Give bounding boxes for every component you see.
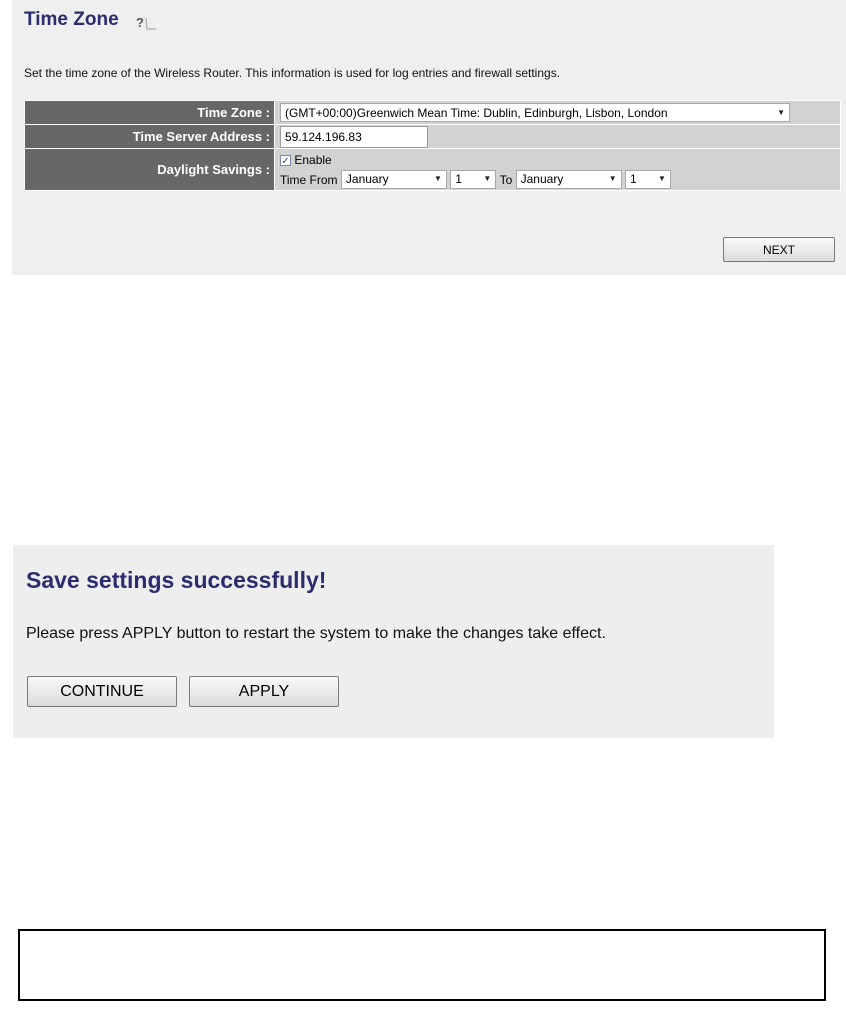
empty-note-box (18, 929, 826, 1001)
to-day-select[interactable]: 1 ▼ (624, 169, 671, 189)
to-day-value: 1 (629, 172, 637, 187)
dropdown-caret-icon: ▼ (658, 174, 666, 184)
checkbox-check-icon: ✓ (281, 155, 290, 167)
enable-checkbox[interactable]: ✓ (280, 154, 291, 167)
save-settings-panel: Save settings successfully! Please press… (13, 545, 774, 738)
next-button[interactable]: NEXT (723, 237, 835, 262)
time-zone-select[interactable]: (GMT+00:00)Greenwich Mean Time: Dublin, … (280, 103, 790, 122)
dropdown-caret-icon: ▼ (777, 108, 785, 117)
time-zone-label: Time Zone : (24, 100, 275, 125)
enable-label: Enable (294, 152, 332, 167)
save-message: Please press APPLY button to restart the… (26, 625, 606, 642)
from-day-select[interactable]: 1 ▼ (450, 169, 497, 189)
time-zone-panel: Time Zone ? Set the time zone of the Wir… (12, 0, 846, 275)
daylight-savings-row: Daylight Savings : ✓ Enable Time From Ja… (24, 148, 841, 191)
settings-table: Time Zone : (GMT+00:00)Greenwich Mean Ti… (24, 100, 841, 191)
help-icon[interactable]: ? (134, 14, 158, 30)
time-zone-row: Time Zone : (GMT+00:00)Greenwich Mean Ti… (24, 100, 841, 125)
apply-button[interactable]: APPLY (189, 676, 339, 707)
to-month-value: January (520, 172, 564, 187)
time-zone-select-value: (GMT+00:00)Greenwich Mean Time: Dublin, … (285, 105, 668, 120)
time-from-label: Time From (280, 172, 338, 187)
svg-text:?: ? (136, 15, 144, 30)
time-server-input[interactable] (280, 125, 428, 148)
to-label: To (499, 172, 513, 187)
from-month-value: January (345, 172, 389, 187)
continue-button[interactable]: CONTINUE (27, 676, 177, 707)
from-day-value: 1 (455, 172, 462, 187)
time-server-label: Time Server Address : (24, 124, 275, 149)
dropdown-caret-icon: ▼ (608, 174, 617, 184)
description-text: Set the time zone of the Wireless Router… (24, 66, 561, 80)
daylight-savings-label: Daylight Savings : (24, 148, 275, 191)
page-title: Time Zone (24, 9, 119, 30)
save-success-title: Save settings successfully! (26, 567, 327, 593)
to-month-select[interactable]: January ▼ (515, 169, 622, 189)
from-month-select[interactable]: January ▼ (340, 169, 447, 189)
dropdown-caret-icon: ▼ (433, 174, 442, 184)
dropdown-caret-icon: ▼ (483, 174, 492, 184)
time-server-row: Time Server Address : (24, 124, 841, 149)
